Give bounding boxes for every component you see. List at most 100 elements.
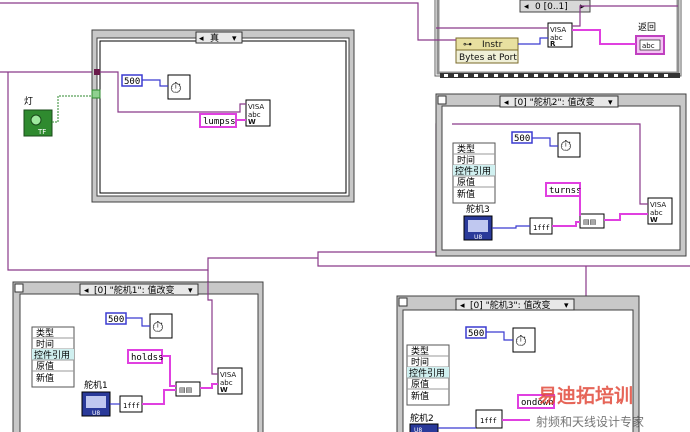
event-2-control[interactable]: 舵机3 U8 (463, 203, 493, 241)
event-1-string-constant[interactable]: holdss (127, 349, 164, 364)
svg-text:1fff: 1fff (480, 417, 497, 425)
event-3-format-function[interactable]: 1fff (475, 409, 503, 429)
svg-text:控件引用: 控件引用 (409, 367, 445, 379)
event-1-wait-ms-icon[interactable]: ⏱ (149, 313, 173, 339)
event-3-selector[interactable]: ◂ [0] "舵机3": 值改变 ▾ (455, 298, 575, 311)
svg-text:W: W (248, 118, 256, 126)
watermark-tagline: 射频和天线设计专家 (536, 414, 644, 429)
event-2-format-function[interactable]: 1fff (529, 217, 553, 235)
property-node-label: Instr (482, 40, 503, 50)
top-case-structure: ◂ 0 [0..1] ▸ ⊶ Instr Bytes at Port VISA … (434, 0, 682, 78)
top-case-selector-label: 0 [0..1] (535, 2, 568, 12)
watermark-brand: 易迪拓培训 (538, 384, 633, 407)
event-2-control-label: 舵机3 (466, 203, 490, 215)
event-1-selector[interactable]: ◂ [0] "舵机1": 值改变 ▾ (79, 283, 199, 296)
property-node-bytes-at-port[interactable]: ⊶ Instr Bytes at Port (455, 37, 519, 64)
event-1-visa-write-function[interactable]: VISA abc W (217, 367, 243, 395)
svg-text:新值: 新值 (36, 372, 54, 384)
svg-text:原值: 原值 (36, 360, 54, 372)
event-structure-2: ◂ [0] "舵机2": 值改变 ▾ 类型 时间 控件引用 原值 新值 500 … (435, 93, 687, 257)
svg-text:U8: U8 (414, 427, 422, 432)
event-structure-3: ◂ [0] "舵机3": 值改变 ▾ 类型 时间 控件引用 原值 新值 500 … (396, 295, 640, 432)
event-2-visa-write-function[interactable]: VISA abc W (647, 197, 673, 225)
event-1-wait-constant[interactable]: 500 (105, 312, 127, 325)
event-structure-2-timeout-icon (437, 95, 447, 105)
svg-text:控件引用: 控件引用 (455, 165, 491, 177)
main-string-constant[interactable]: lumpss (199, 113, 237, 128)
event-2-wait-constant[interactable]: 500 (511, 131, 533, 144)
svg-text:W: W (650, 216, 658, 224)
property-node-key-icon: ⊶ (463, 40, 472, 50)
led-indicator[interactable]: 灯 TF (23, 95, 92, 137)
svg-text:U8: U8 (474, 234, 482, 241)
event-1-data-node: 类型 时间 控件引用 原值 新值 (31, 326, 75, 388)
svg-text:⏱: ⏱ (560, 137, 572, 155)
svg-text:时间: 时间 (457, 154, 475, 166)
top-case-selector-arrow-right[interactable]: ▸ (580, 2, 585, 12)
property-node-item: Bytes at Port (459, 53, 517, 63)
svg-text:新值: 新值 (411, 390, 429, 402)
event-structure-1: ◂ [0] "舵机1": 值改变 ▾ 类型 时间 控件引用 原值 新值 500 … (12, 281, 264, 432)
svg-text:⏱: ⏱ (515, 332, 527, 350)
svg-text:U8: U8 (92, 410, 100, 417)
svg-text:1fff: 1fff (123, 402, 140, 410)
event-3-control-label: 舵机2 (410, 412, 434, 424)
event-2-concatenate-function[interactable]: ▤▤ (579, 213, 605, 229)
main-wait-constant[interactable]: 500 (121, 74, 143, 87)
main-case-selector-label: 真 (210, 32, 219, 44)
event-structure-3-timeout-icon (398, 297, 408, 307)
event-3-wait-constant[interactable]: 500 (465, 326, 487, 339)
svg-text:◂: ◂ (460, 301, 465, 311)
svg-text:▤▤: ▤▤ (179, 386, 192, 394)
svg-text:VISA: VISA (248, 103, 264, 111)
main-case-selector-arrow-left[interactable]: ◂ (199, 34, 204, 44)
event-1-selector-label: [0] "舵机1": 值改变 (94, 284, 175, 296)
led-terminal-type: TF (37, 128, 46, 136)
return-indicator-label: 返回 (638, 21, 656, 33)
visa-tunnel-in (94, 69, 100, 75)
main-case-structure: ◂ 真 ▾ 500 ⏱ lumpss VISA abc W (91, 29, 355, 203)
event-2-selector[interactable]: ◂ [0] "舵机2": 值改变 ▾ (499, 95, 619, 108)
event-1-concatenate-function[interactable]: ▤▤ (175, 381, 201, 397)
svg-text:原值: 原值 (411, 378, 429, 390)
svg-text:时间: 时间 (36, 338, 54, 350)
svg-text:类型: 类型 (411, 345, 429, 357)
event-2-string-constant[interactable]: turnss (545, 182, 582, 197)
svg-text:R: R (550, 40, 556, 48)
svg-text:◂: ◂ (84, 286, 89, 296)
svg-text:控件引用: 控件引用 (34, 349, 70, 361)
visa-read-icon: VISA (550, 26, 566, 34)
top-case-selector-arrow-left[interactable]: ◂ (524, 2, 529, 12)
event-structure-1-timeout-icon (14, 283, 24, 293)
svg-text:◂: ◂ (504, 98, 509, 108)
svg-text:类型: 类型 (36, 327, 54, 339)
svg-text:VISA: VISA (650, 201, 666, 209)
main-case-selector[interactable]: ◂ 真 ▾ (195, 31, 243, 44)
wait-ms-icon[interactable]: ⏱ (167, 74, 191, 100)
event-1-control[interactable]: 舵机1 U8 (81, 379, 111, 417)
svg-text:时间: 时间 (411, 356, 429, 368)
svg-text:VISA: VISA (220, 371, 236, 379)
svg-text:⏱: ⏱ (170, 79, 182, 97)
svg-text:▾: ▾ (564, 301, 569, 311)
svg-text:类型: 类型 (457, 143, 475, 155)
event-1-format-function[interactable]: 1fff (119, 395, 143, 413)
event-3-data-node: 类型 时间 控件引用 原值 新值 (406, 344, 450, 406)
main-case-selector-arrow-down[interactable]: ▾ (232, 34, 237, 44)
main-visa-write-function[interactable]: VISA abc W (245, 99, 271, 127)
svg-text:W: W (220, 386, 228, 394)
svg-text:holdss: holdss (131, 353, 164, 363)
visa-read-function[interactable]: VISA abc R (547, 22, 573, 48)
svg-text:新值: 新值 (457, 188, 475, 200)
svg-text:⏱: ⏱ (152, 318, 164, 336)
event-2-data-node: 类型 时间 控件引用 原值 新值 (452, 142, 496, 204)
case-selector-terminal (91, 89, 101, 99)
svg-text:▤▤: ▤▤ (583, 218, 596, 226)
svg-text:lumpss: lumpss (203, 117, 236, 127)
event-3-wait-ms-icon[interactable]: ⏱ (512, 327, 536, 353)
svg-text:▾: ▾ (188, 286, 193, 296)
event-2-wait-ms-icon[interactable]: ⏱ (557, 132, 581, 158)
led-icon (30, 114, 42, 126)
event-1-control-label: 舵机1 (84, 379, 108, 391)
svg-text:原值: 原值 (457, 176, 475, 188)
